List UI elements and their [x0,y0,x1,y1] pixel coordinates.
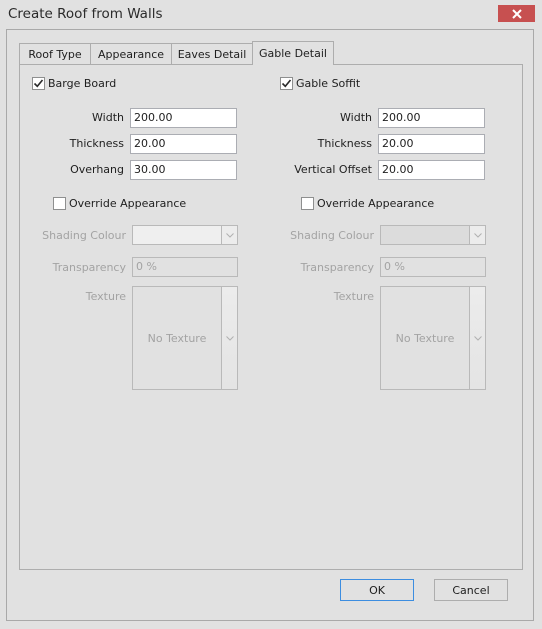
soffit-width-label: Width [340,111,372,124]
soffit-shading-colour-dropdown[interactable] [380,225,486,245]
barge-width-input[interactable]: 200.00 [130,108,237,128]
close-x-icon [511,8,522,19]
barge-texture-preview: No Texture [147,331,207,345]
tab-eaves-detail[interactable]: Eaves Detail [171,43,253,64]
soffit-thickness-label: Thickness [317,137,372,150]
tab-appearance[interactable]: Appearance [90,43,172,64]
barge-board-label: Barge Board [48,77,117,90]
soffit-texture-preview: No Texture [395,331,455,345]
barge-transparency-input[interactable]: 0 % [132,257,238,277]
cancel-button[interactable]: Cancel [434,579,508,601]
soffit-vertical-offset-input[interactable]: 20.00 [378,160,485,180]
window-title: Create Roof from Walls [8,6,163,22]
checkmark-icon [33,79,44,88]
soffit-texture-label: Texture [333,290,374,303]
gable-soffit-checkbox[interactable] [280,77,293,90]
barge-width-label: Width [92,111,124,124]
soffit-texture-picker[interactable]: No Texture [380,286,486,390]
soffit-shading-colour-value [381,226,469,244]
barge-board-checkbox[interactable] [32,77,45,90]
soffit-vertical-offset-label: Vertical Offset [294,163,372,176]
tab-gable-detail[interactable]: Gable Detail [252,41,334,65]
chevron-down-icon [473,335,482,341]
barge-thickness-label: Thickness [69,137,124,150]
barge-shading-colour-label: Shading Colour [42,229,126,242]
checkmark-icon [281,79,292,88]
chevron-down-icon [473,232,482,238]
barge-override-appearance-checkbox[interactable] [53,197,66,210]
barge-overhang-label: Overhang [70,163,124,176]
soffit-thickness-input[interactable]: 20.00 [378,134,485,154]
barge-shading-colour-dropdown[interactable] [132,225,238,245]
soffit-width-input[interactable]: 200.00 [378,108,485,128]
barge-override-appearance-label: Override Appearance [69,197,187,210]
barge-overhang-input[interactable]: 30.00 [130,160,237,180]
barge-transparency-label: Transparency [52,261,126,274]
soffit-override-appearance-label: Override Appearance [317,197,435,210]
chevron-down-icon [225,232,234,238]
chevron-down-icon [225,335,234,341]
tab-roof-type[interactable]: Roof Type [19,43,91,64]
barge-shading-colour-value [133,226,221,244]
soffit-override-appearance-checkbox[interactable] [301,197,314,210]
barge-texture-picker[interactable]: No Texture [132,286,238,390]
close-button[interactable] [498,5,535,22]
barge-thickness-input[interactable]: 20.00 [130,134,237,154]
soffit-transparency-label: Transparency [300,261,374,274]
ok-button[interactable]: OK [340,579,414,601]
soffit-transparency-input[interactable]: 0 % [380,257,486,277]
gable-soffit-label: Gable Soffit [296,77,361,90]
barge-texture-label: Texture [85,290,126,303]
soffit-shading-colour-label: Shading Colour [290,229,374,242]
